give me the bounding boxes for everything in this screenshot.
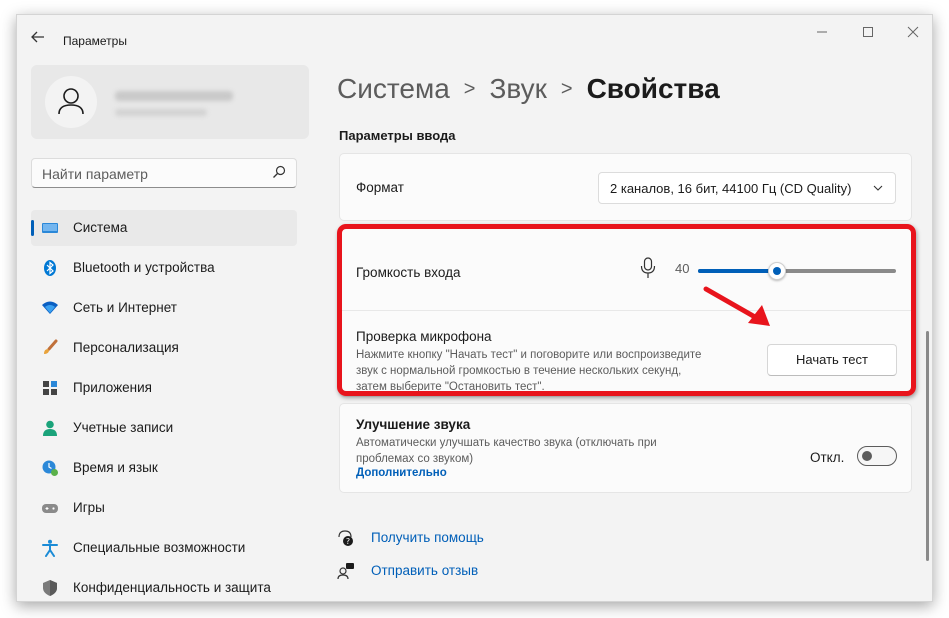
advanced-link[interactable]: Дополнительно [356, 467, 447, 479]
sidebar-item-apps[interactable]: Приложения [31, 370, 297, 406]
format-card: Формат 2 каналов, 16 бит, 44100 Гц (CD Q… [339, 153, 912, 221]
accounts-icon [43, 420, 57, 436]
gaming-icon [42, 504, 58, 513]
annotation-arrow-icon [703, 286, 770, 326]
search-input[interactable]: Найти параметр [42, 166, 148, 182]
sidebar-item-network[interactable]: Сеть и Интернет [31, 290, 297, 326]
scrollbar[interactable] [926, 331, 929, 561]
avatar [45, 76, 97, 128]
breadcrumb-sound[interactable]: Звук [489, 73, 546, 104]
breadcrumb-separator: > [560, 78, 573, 100]
toggle-state-label: Откл. [810, 450, 845, 465]
audio-enhancement-label: Улучшение звука [356, 417, 471, 432]
sidebar-item-label: Конфиденциальность и защита [73, 580, 271, 595]
time-language-icon [42, 460, 58, 476]
shield-icon [43, 580, 57, 596]
get-help-link[interactable]: Получить помощь [371, 530, 484, 545]
sidebar-item-gaming[interactable]: Игры [31, 490, 297, 526]
user-profile-card[interactable] [31, 65, 309, 139]
format-label: Формат [356, 180, 404, 195]
page-title: Свойства [586, 73, 720, 104]
app-title: Параметры [63, 34, 127, 48]
maximize-icon[interactable] [853, 23, 883, 43]
sidebar-item-label: Система [73, 220, 128, 235]
section-title-input: Параметры ввода [339, 128, 456, 143]
breadcrumb: Система > Звук > Свойства [337, 73, 720, 105]
format-dropdown[interactable]: 2 каналов, 16 бит, 44100 Гц (CD Quality) [598, 172, 896, 204]
accessibility-icon [42, 539, 58, 557]
help-icon: ? [338, 530, 353, 546]
feedback-icon [337, 563, 354, 580]
search-box[interactable]: Найти параметр [31, 158, 297, 188]
apps-icon [43, 381, 57, 395]
sidebar-item-label: Сеть и Интернет [73, 300, 177, 315]
sidebar-item-accessibility[interactable]: Специальные возможности [31, 530, 297, 566]
sidebar-item-label: Специальные возможности [73, 540, 246, 555]
toggle-knob [862, 451, 872, 461]
sidebar-item-accounts[interactable]: Учетные записи [31, 410, 297, 446]
search-icon[interactable] [272, 165, 286, 179]
breadcrumb-system[interactable]: Система [337, 73, 450, 104]
audio-enhancement-description-line: Автоматически улучшать качество звука (о… [356, 437, 657, 449]
brush-icon [44, 339, 58, 354]
profile-name-blurred [115, 91, 233, 101]
send-feedback-link[interactable]: Отправить отзыв [371, 563, 478, 578]
user-icon [58, 88, 84, 115]
audio-enhancement-card: Улучшение звука Автоматически улучшать к… [339, 403, 912, 493]
sidebar-item-label: Время и язык [73, 460, 158, 475]
network-icon [42, 301, 58, 314]
sidebar-item-system[interactable]: Система [31, 210, 297, 246]
sidebar-item-label: Персонализация [73, 340, 179, 355]
sidebar-item-label: Приложения [73, 380, 152, 395]
close-icon[interactable] [898, 23, 928, 43]
svg-text:?: ? [346, 537, 350, 546]
minimize-icon[interactable] [807, 23, 837, 43]
sidebar-item-label: Bluetooth и устройства [73, 260, 215, 275]
system-icon [42, 223, 58, 233]
sidebar-item-bluetooth[interactable]: Bluetooth и устройства [31, 250, 297, 286]
sidebar-nav: Система Bluetooth и устройства Сеть и Ин… [31, 210, 297, 601]
annotation-highlight-box [337, 224, 916, 396]
title-bar: Параметры [17, 15, 932, 61]
sidebar-item-label: Игры [73, 500, 105, 515]
sidebar-item-privacy[interactable]: Конфиденциальность и защита [31, 570, 297, 601]
format-value: 2 каналов, 16 бит, 44100 Гц (CD Quality) [610, 181, 852, 196]
sidebar-item-label: Учетные записи [73, 420, 174, 435]
audio-enhancement-description-line: проблемах со звуком) [356, 453, 474, 465]
breadcrumb-separator: > [463, 78, 476, 100]
audio-enhancement-toggle[interactable] [857, 446, 897, 466]
sidebar-item-time-language[interactable]: Время и язык [31, 450, 297, 486]
chevron-down-icon [873, 185, 883, 191]
sidebar-item-personalization[interactable]: Персонализация [31, 330, 297, 366]
bluetooth-icon [44, 260, 56, 276]
profile-email-blurred [115, 109, 207, 116]
back-arrow-icon[interactable] [27, 29, 49, 49]
